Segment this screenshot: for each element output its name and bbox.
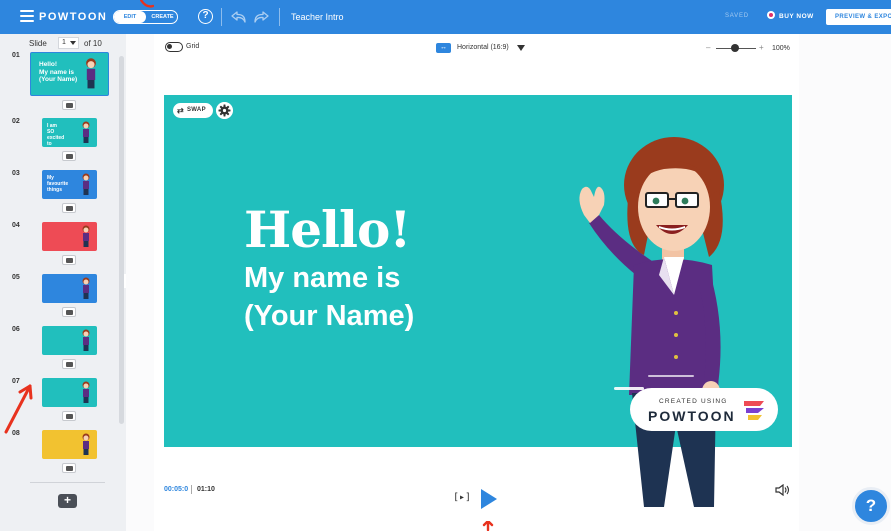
edit-create-toggle[interactable]: EDIT CREATE [113,10,178,24]
slide-thumbnail-text: Hello! My name is (Your Name) [39,61,78,83]
slide-number: 02 [12,118,20,125]
zoom-in-button[interactable]: + [759,43,764,52]
character-thumbnail-icon [82,277,90,299]
help-fab-button[interactable]: ? [852,487,890,525]
slide-thumbnail-text: My favourite things [47,175,69,193]
character-thumbnail-icon [82,173,90,195]
grid-label: Grid [186,43,200,50]
zoom-out-button[interactable]: – [706,43,710,52]
total-time: 01:10 [197,486,215,493]
current-slide-value: 1 [62,39,66,46]
project-title[interactable]: Teacher Intro [291,12,344,22]
slide-number-select[interactable]: 1 [58,37,79,49]
add-slide-button[interactable]: + [58,494,77,508]
character-thumbnail-icon [82,329,90,351]
record-dot-icon [767,11,775,19]
character-thumbnail-icon [82,225,90,247]
current-time: 00:05:0 [164,486,189,493]
slide-thumbnail-item[interactable]: 05 [0,274,118,326]
slide-number: 03 [12,170,20,177]
slide-thumbnail[interactable]: I am SO excited to be your [42,118,97,147]
character-thumbnail-icon [82,121,90,143]
camera-icon[interactable] [62,411,76,421]
slide-thumbnail-item[interactable]: 08 [0,430,118,482]
slide-thumbnail-item[interactable]: 06 [0,326,118,378]
create-mode-button[interactable]: CREATE [147,11,178,23]
camera-icon[interactable] [62,203,76,213]
annotation-mark [482,521,494,531]
slide-thumbnail-item[interactable]: 01 Hello! My name is (Your Name) [0,52,118,110]
slide-thumbnail[interactable] [42,430,97,459]
slide-number: 06 [12,326,20,333]
slide-thumbnail[interactable] [42,274,97,303]
slide-canvas[interactable]: SWAP Hello! My name is (Your Name) [164,95,792,507]
hamburger-menu-icon[interactable] [20,10,34,22]
aspect-ratio-select[interactable]: Horizontal (16:9) [457,44,509,51]
slide-thumbnail-item[interactable]: 02 I am SO excited to be your [0,118,118,170]
slide-number: 01 [12,52,20,59]
slides-panel: Slide 1 of 10 01 Hello! My name is (Your … [0,34,126,531]
character-thumbnail-icon [82,433,90,455]
camera-icon[interactable] [62,359,76,369]
volume-icon[interactable] [775,484,791,496]
character-thumbnail-icon [82,381,90,403]
slide-subtitle-line-2[interactable]: (Your Name) [244,300,414,333]
slide-number: 04 [12,222,20,229]
help-icon[interactable]: ? [198,9,213,24]
annotation-mark [140,0,154,8]
powtoon-logo: POWTOON [39,11,108,23]
slide-thumbnail[interactable]: My favourite things [42,170,97,199]
decorative-streak [614,387,644,390]
camera-icon[interactable] [62,307,76,317]
teacher-character[interactable] [504,135,754,507]
badge-logo-text: POWTOON [648,408,736,424]
chevron-down-icon[interactable] [517,45,525,51]
saved-status: SAVED [725,13,749,19]
slide-thumbnail[interactable] [42,378,97,407]
play-scene-button[interactable]: [▸] [453,492,471,503]
camera-icon[interactable] [62,100,76,110]
top-bar: POWTOON EDIT CREATE ? Teacher Intro SAVE… [0,0,891,34]
camera-icon[interactable] [62,255,76,265]
edit-mode-button[interactable]: EDIT [114,11,146,23]
slide-thumbnail[interactable]: Hello! My name is (Your Name) [30,52,109,96]
buy-now-button[interactable]: BUY NOW [767,11,814,20]
camera-icon[interactable] [62,463,76,473]
slide-thumbnail[interactable] [42,326,97,355]
zoom-value: 100% [772,45,790,52]
aspect-ratio-icon[interactable]: ↔ [436,43,451,53]
play-icon[interactable] [481,489,497,509]
slide-subtitle-line-1[interactable]: My name is [244,262,400,295]
divider [191,485,192,494]
divider [30,482,105,483]
undo-icon[interactable] [231,10,247,24]
slide-label: Slide [29,39,47,48]
grid-toggle[interactable] [165,42,183,52]
slide-number: 05 [12,274,20,281]
swap-button[interactable]: SWAP [173,103,213,118]
decorative-streak [648,375,694,377]
slide-thumbnail[interactable] [42,222,97,251]
buy-now-label: BUY NOW [779,13,814,20]
redo-icon[interactable] [253,10,269,24]
chevron-down-icon [70,41,76,45]
annotation-arrow-icon [4,384,33,434]
zoom-slider-handle[interactable] [731,44,739,52]
preview-export-button[interactable]: PREVIEW & EXPORT [826,9,891,25]
slide-total: of 10 [84,39,102,48]
slide-thumbnail-text: I am SO excited to be your [47,123,65,147]
character-thumbnail-icon [86,58,96,89]
camera-icon[interactable] [62,151,76,161]
divider [279,8,280,26]
divider [221,8,222,26]
slide-thumbnail-item[interactable]: 03 My favourite things [0,170,118,222]
gear-icon[interactable] [216,102,233,119]
powtoon-mark-icon [744,401,764,420]
slides-scrollbar[interactable] [119,56,124,424]
slide-thumbnail-item[interactable]: 04 [0,222,118,274]
slide-headline[interactable]: Hello! [244,200,411,259]
badge-caption: CREATED USING [659,398,728,405]
